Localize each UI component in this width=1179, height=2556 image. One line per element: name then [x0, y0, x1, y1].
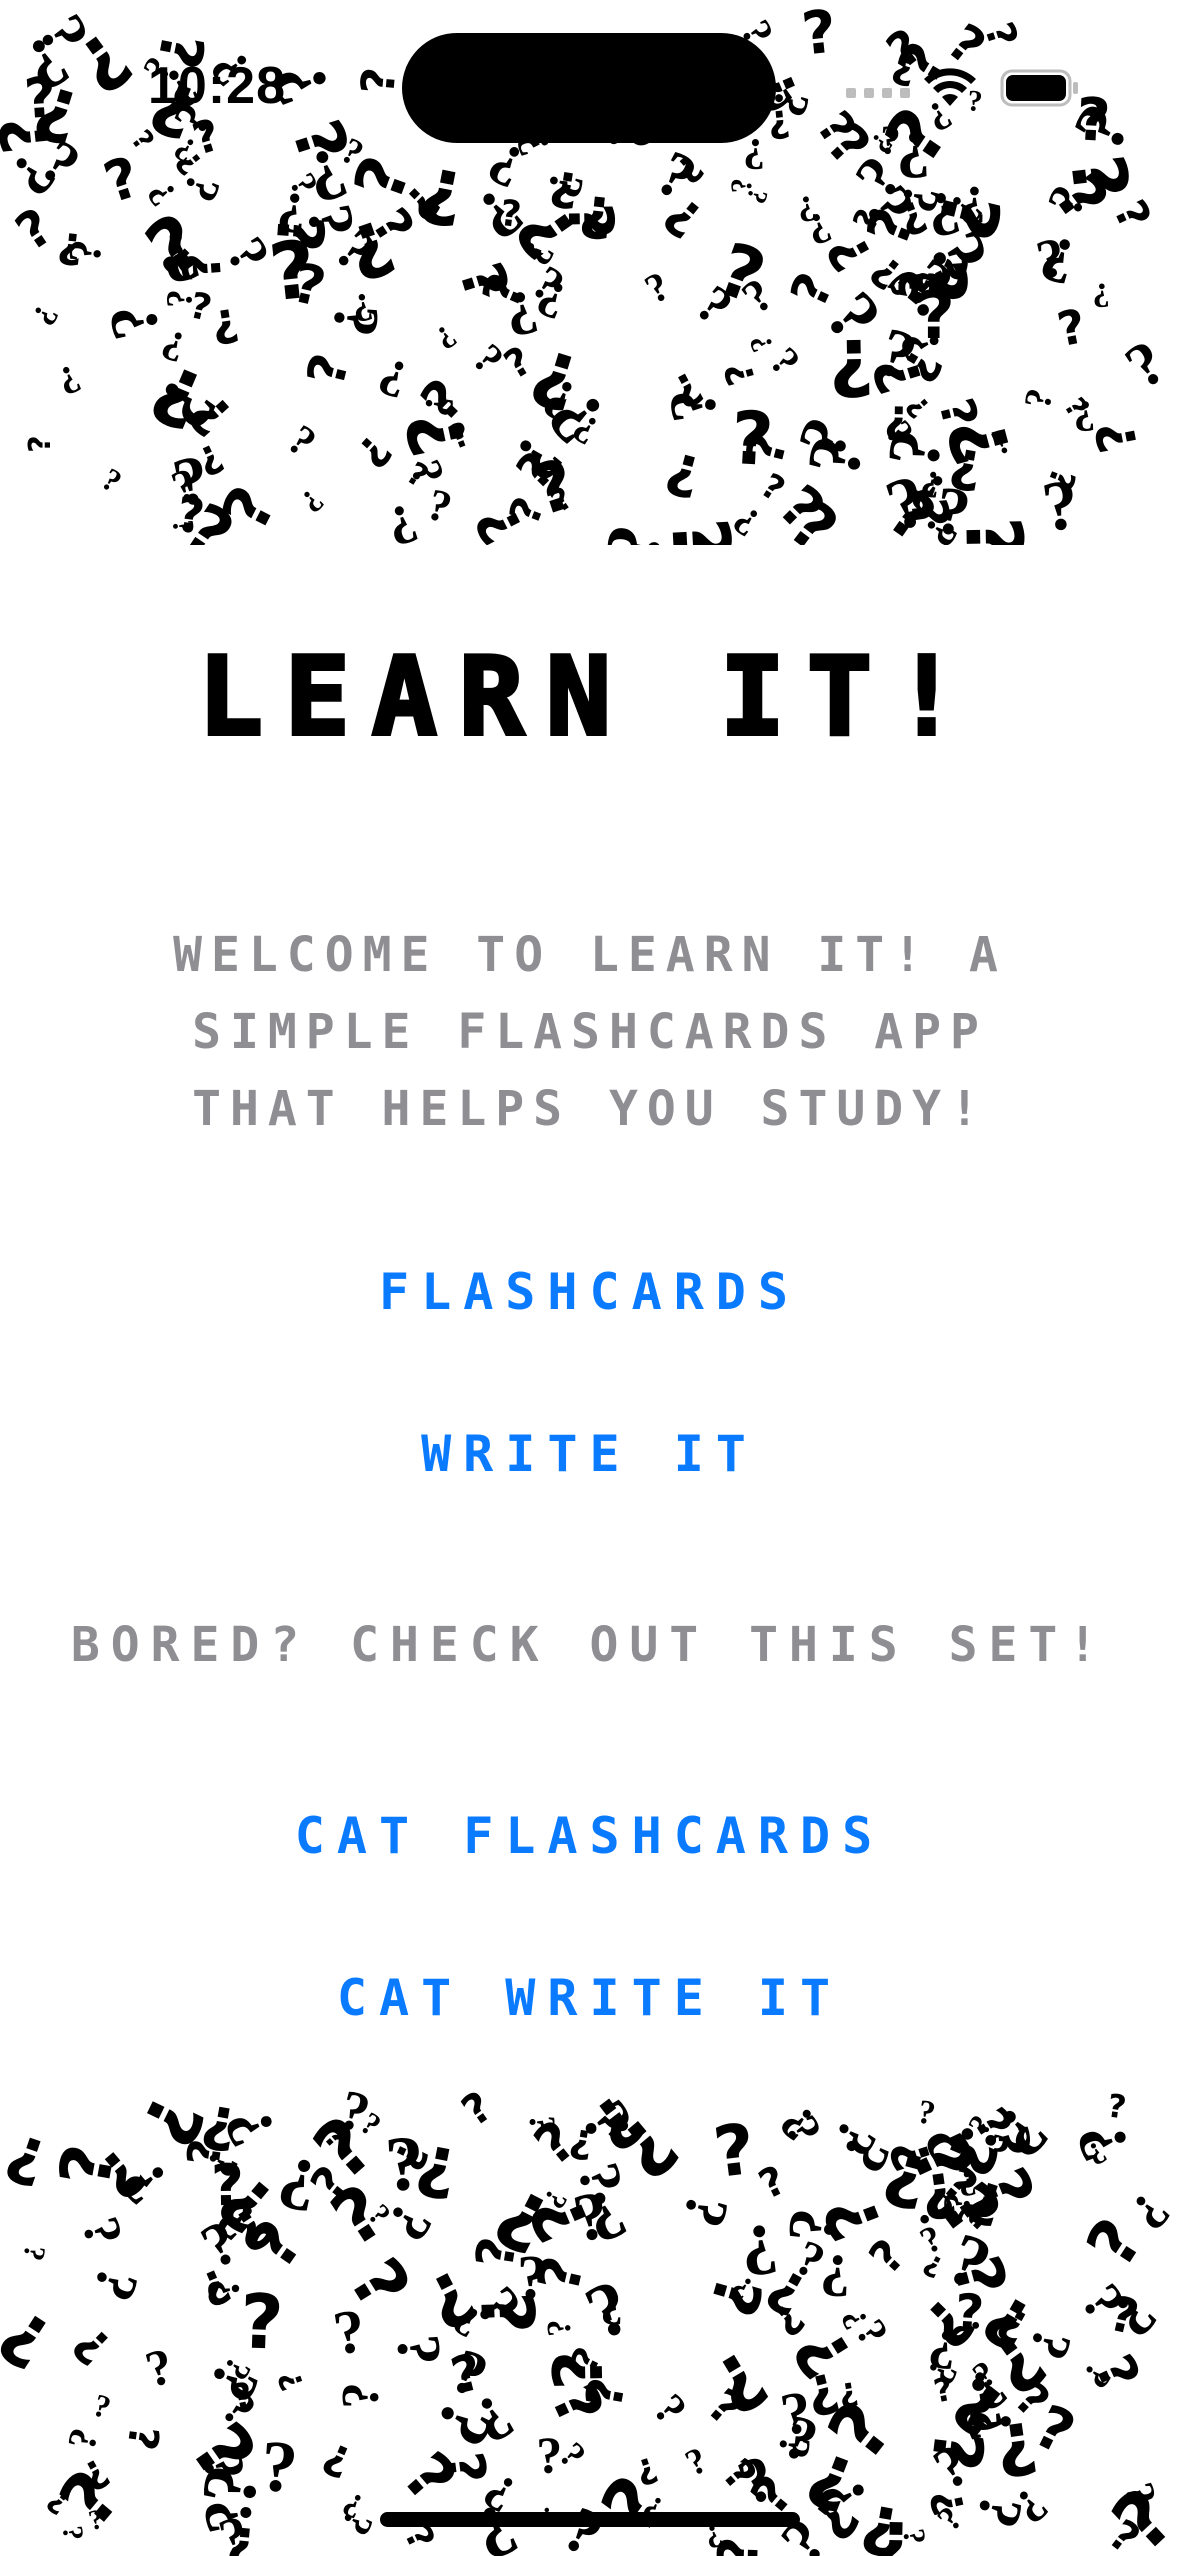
question-mark-icon: ? [371, 346, 416, 410]
question-mark-icon: ? [24, 298, 66, 332]
question-mark-icon: ? [709, 2107, 760, 2195]
question-mark-icon: ? [428, 317, 463, 357]
status-bar: 10:28 [0, 0, 1179, 170]
question-mark-icon: ¿ [734, 2193, 781, 2278]
question-mark-icon: ? [383, 2332, 454, 2368]
question-mark-icon: ? [387, 2437, 472, 2518]
question-mark-icon: ? [123, 2082, 222, 2160]
bored-prompt: BORED? CHECK OUT THIS SET! [70, 1617, 1109, 1673]
question-mark-icon: ? [585, 2461, 684, 2550]
question-mark-icon: ¿ [681, 2445, 717, 2490]
welcome-message: WELCOME TO LEARN IT! A SIMPLE FLASHCARDS… [173, 927, 1007, 1137]
question-mark-icon: ? [741, 330, 780, 357]
question-mark-icon: ? [16, 2242, 52, 2264]
question-mark-icon: ¿ [566, 2114, 597, 2164]
question-mark-icon: ? [95, 460, 129, 500]
question-mark-icon: ¿ [545, 2316, 585, 2338]
question-mark-icon: ? [763, 2294, 814, 2346]
question-mark-icon: ? [62, 2315, 123, 2376]
question-mark-icon: ¿ [111, 2422, 163, 2453]
cat-write-it-button[interactable]: CAT WRITE IT [0, 1969, 1179, 2027]
question-mark-icon: ¿ [458, 340, 508, 389]
cellular-signal-icon [846, 88, 910, 98]
write-it-button[interactable]: WRITE IT [0, 1425, 1179, 1483]
question-mark-icon: ¿ [730, 176, 764, 194]
question-mark-icon: ¿ [958, 163, 987, 225]
question-mark-icon: ¿ [1077, 2348, 1146, 2403]
question-mark-icon: ¿ [51, 2524, 85, 2543]
question-mark-icon: ? [572, 2261, 644, 2357]
question-mark-icon: ? [858, 2228, 916, 2285]
question-mark-pattern-bottom: ¿??¿¿?¿?¿??¿???¿???¿??¿¿?????¿¿?¿?¿??¿¿¿… [0, 2082, 1179, 2556]
question-mark-icon: ? [828, 320, 876, 412]
question-mark-icon: ¿ [1072, 382, 1096, 433]
question-mark-icon: ? [293, 482, 331, 520]
question-mark-icon: ? [83, 2133, 159, 2214]
question-mark-icon: ? [173, 486, 208, 545]
question-mark-icon: ? [658, 437, 708, 511]
question-mark-icon: ¿ [317, 2427, 360, 2483]
question-mark-icon: ¿ [55, 216, 86, 270]
dynamic-island [402, 33, 776, 143]
question-mark-icon: ¿ [871, 2494, 916, 2556]
question-mark-icon: ¿ [343, 422, 398, 475]
question-mark-icon: ¿ [816, 2180, 908, 2248]
question-mark-icon: ? [379, 491, 425, 545]
question-mark-icon: ? [296, 348, 362, 392]
home-indicator [380, 2512, 800, 2527]
question-mark-icon: ? [0, 2292, 66, 2386]
question-mark-icon: ? [172, 167, 231, 210]
question-mark-icon: ¿ [1090, 414, 1157, 457]
question-mark-icon: ? [279, 416, 325, 467]
battery-icon [1000, 69, 1078, 107]
question-mark-icon: ¿ [25, 435, 61, 453]
question-mark-icon: ¿ [514, 2112, 557, 2135]
question-mark-icon: ¿ [797, 193, 835, 248]
question-mark-icon: ¿ [47, 347, 84, 398]
question-mark-icon: ? [270, 2140, 325, 2229]
question-mark-icon: ? [637, 261, 677, 313]
question-mark-icon: ? [1112, 326, 1179, 402]
question-mark-icon: ? [80, 2259, 153, 2311]
question-mark-icon: ? [697, 2377, 754, 2437]
main-content: LEARN IT! WELCOME TO LEARN IT! A SIMPLE … [0, 545, 1179, 2082]
question-mark-icon: ? [670, 2187, 742, 2235]
question-mark-icon: ? [935, 2191, 980, 2213]
question-mark-icon: ? [331, 2382, 390, 2409]
status-time: 10:28 [148, 57, 286, 115]
question-mark-icon: ¿ [1091, 268, 1111, 309]
flashcards-button[interactable]: FLASHCARDS [0, 1263, 1179, 1321]
question-mark-icon: ¿ [419, 487, 455, 543]
question-mark-icon: ? [899, 495, 960, 531]
question-mark-icon: ? [333, 2244, 427, 2324]
question-mark-icon: ? [644, 2384, 697, 2435]
question-mark-icon: ? [207, 297, 243, 355]
question-mark-icon: ? [1053, 298, 1091, 359]
question-mark-icon: ¿ [61, 2213, 125, 2256]
question-mark-icon: ¿ [1098, 194, 1156, 240]
question-mark-icon: ¿ [142, 2346, 182, 2408]
app-title: LEARN IT! [196, 633, 982, 762]
question-mark-icon: ? [705, 2535, 771, 2556]
question-mark-icon: ¿ [87, 2393, 113, 2433]
cat-flashcards-button[interactable]: CAT FLASHCARDS [0, 1807, 1179, 1865]
question-mark-icon: ? [238, 2277, 286, 2367]
wifi-icon [924, 68, 976, 106]
question-mark-icon: ? [271, 2366, 312, 2396]
question-mark-icon: ¿ [330, 2307, 373, 2381]
